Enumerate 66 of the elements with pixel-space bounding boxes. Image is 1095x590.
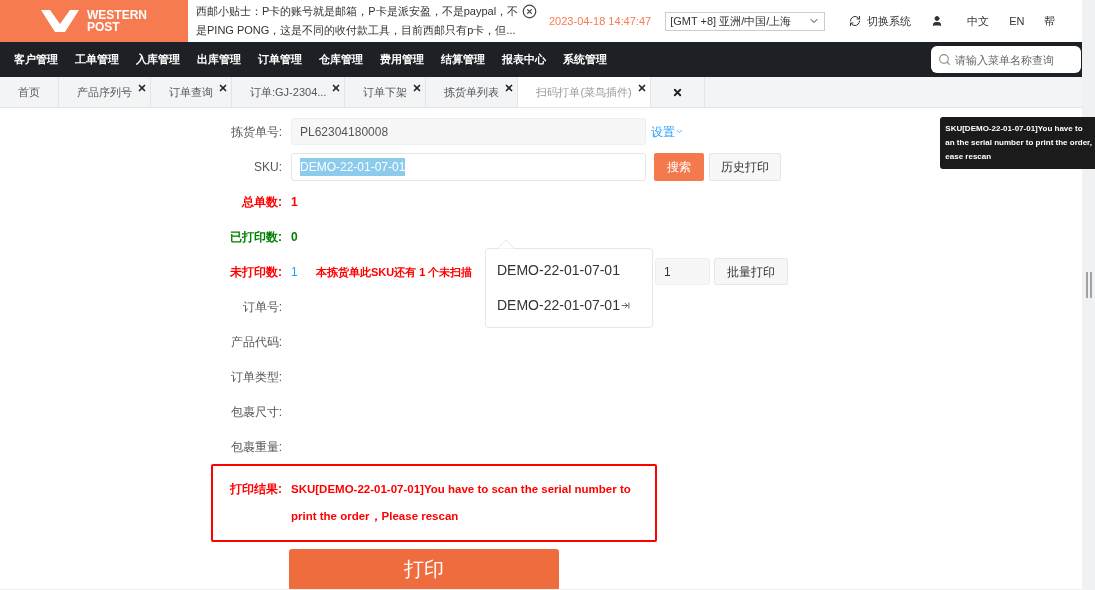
nav-item[interactable]: 结算管理: [441, 51, 485, 68]
field-label: 包裹重量:: [229, 438, 282, 456]
search-icon: [938, 53, 951, 66]
switch-system-link[interactable]: 切换系统: [867, 12, 912, 30]
close-icon[interactable]: [331, 83, 342, 93]
header-link[interactable]: 中文: [967, 12, 990, 30]
field-label: 订单类型:: [229, 368, 282, 386]
nav-item[interactable]: 仓库管理: [319, 51, 363, 68]
nav-item[interactable]: 出库管理: [197, 51, 241, 68]
page-tab[interactable]: 订单查询: [151, 77, 232, 107]
close-icon[interactable]: [504, 83, 515, 93]
nav-item[interactable]: 客户管理: [14, 51, 58, 68]
field-label: SKU:: [253, 158, 282, 176]
header-link[interactable]: 帮: [1044, 12, 1056, 30]
stat-value: 0: [291, 228, 298, 246]
nav-item[interactable]: 系统管理: [563, 51, 607, 68]
close-icon[interactable]: [218, 83, 228, 93]
refresh-icon[interactable]: [849, 15, 862, 27]
tooltip-text: ease rescan: [945, 151, 993, 163]
page-tab[interactable]: 订单下架: [345, 77, 427, 107]
arrow-to-line-icon: [620, 301, 630, 310]
nav-item[interactable]: 费用管理: [380, 51, 424, 68]
field-label: 产品代码:: [229, 333, 282, 351]
close-icon[interactable]: [522, 4, 537, 19]
user-icon[interactable]: [931, 15, 944, 27]
timezone-select[interactable]: [GMT +8] 亚洲/中国/上海: [665, 11, 826, 31]
menu-search-field[interactable]: 请输入菜单名称查询: [931, 46, 1081, 73]
date-time: 2023-04-18 14:47:47: [549, 13, 652, 29]
result-label: 打印结果:: [229, 481, 282, 498]
tooltip-text: SKU[DEMO-22-01-07-01]You have to: [945, 123, 1084, 135]
close-icon[interactable]: [412, 83, 423, 93]
unscanned-note: 本拣货单此SKU还有 1 个未扫描: [316, 265, 473, 278]
nav-item[interactable]: 入库管理: [136, 51, 180, 68]
header-link[interactable]: EN: [1009, 12, 1025, 30]
page-tab[interactable]: 首页: [0, 77, 59, 107]
page-tab[interactable]: 订单:GJ-2304...: [232, 77, 346, 107]
caret-icon: [675, 127, 684, 136]
stat-label: 未打印数:: [229, 263, 282, 281]
nav-item[interactable]: 工单管理: [75, 51, 119, 68]
tips-notice: 西邮小贴士：P卡的账号就是邮箱，P卡是派安盈，不是paypal，不: [196, 4, 520, 19]
logo-text: POST: [87, 21, 121, 33]
stat-label: 总单数:: [240, 193, 282, 211]
history-print-button[interactable]: 历史打印: [709, 152, 781, 181]
tooltip-text: an the serial number to print the order,: [945, 137, 1092, 149]
stat-value: 1: [291, 263, 299, 281]
close-icon[interactable]: [137, 83, 147, 93]
logo-text: WESTERN: [87, 9, 147, 21]
close-icon[interactable]: [636, 83, 647, 93]
stat-value: 1: [291, 193, 298, 211]
logo-mark-icon: [41, 10, 79, 32]
field-label: 包裹尺寸:: [229, 403, 282, 421]
tips-notice: 是PING PONG，这是不同的收付款工具，目前西邮只有p卡，但...: [196, 23, 517, 38]
batch-print-button[interactable]: 批量打印: [714, 258, 788, 285]
field-label: 订单号:: [241, 298, 282, 316]
nav-item[interactable]: 订单管理: [258, 51, 302, 68]
result-message: SKU[DEMO-22-01-07-01]You have to scan the serial number to print the order，Please rescan: [291, 482, 632, 524]
stat-label: 已打印数:: [229, 228, 282, 246]
pick-number-field[interactable]: PL62304180008: [291, 118, 646, 145]
field-label: 拣货单号:: [229, 123, 282, 141]
nav-item[interactable]: 报表中心: [502, 51, 546, 68]
suggestion-item[interactable]: DEMO-22-01-07-01: [486, 288, 652, 323]
suggestion-item[interactable]: DEMO-22-01-07-01: [486, 253, 652, 288]
close-icon[interactable]: [671, 86, 683, 98]
page-tab[interactable]: 产品序列号: [59, 77, 151, 107]
grip-icon: [1085, 272, 1092, 298]
quantity-field[interactable]: 1: [655, 258, 710, 285]
